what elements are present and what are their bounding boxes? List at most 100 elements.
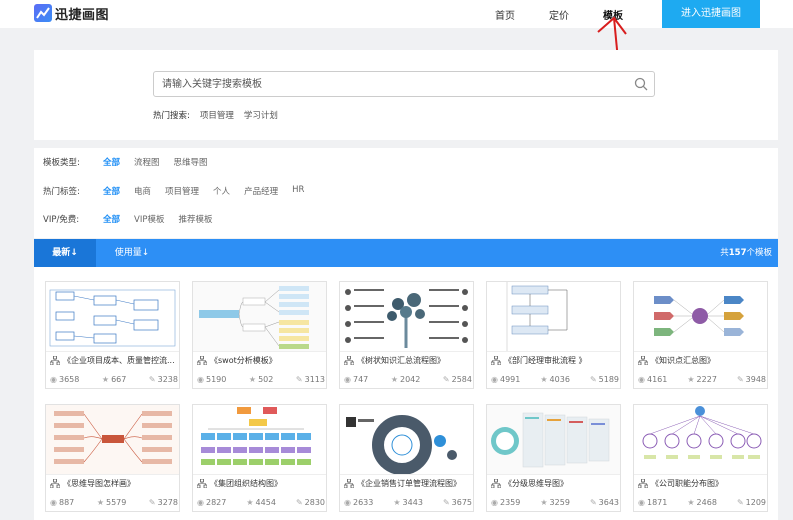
edit-count: 3643 <box>598 498 619 507</box>
edit-icon: ✎ <box>736 498 744 507</box>
star-count: 3443 <box>402 498 423 507</box>
filter-option[interactable]: VIP模板 <box>134 213 164 225</box>
template-thumbnail[interactable] <box>634 405 767 475</box>
search-input[interactable] <box>154 72 624 96</box>
view-count: 3658 <box>58 375 80 384</box>
nav-home[interactable]: 首页 <box>495 7 515 22</box>
hot-search-label: 热门搜索: <box>153 111 190 121</box>
edit-icon: ✎ <box>148 498 156 507</box>
nav-pricing[interactable]: 定价 <box>549 7 569 22</box>
template-card[interactable]: 《swot分析模板》 ◉ 5190 ★ 502 ✎ 3113 <box>192 281 327 389</box>
view-count: 887 <box>58 498 75 507</box>
hot-search-item[interactable]: 学习计划 <box>244 109 278 121</box>
template-thumbnail[interactable] <box>193 405 326 475</box>
edit-count: 3278 <box>157 498 178 507</box>
hot-search-item[interactable]: 项目管理 <box>200 109 234 121</box>
diagram-type-icon <box>638 356 648 365</box>
filter-option[interactable]: 产品经理 <box>244 185 278 197</box>
template-title[interactable]: 《企业销售订单管理流程图》 <box>344 478 470 489</box>
edit-icon: ✎ <box>442 498 450 507</box>
view-count: 4161 <box>646 375 668 384</box>
template-thumbnail[interactable] <box>487 405 620 475</box>
filter-option[interactable]: 流程图 <box>134 156 160 168</box>
template-title-text: 《树状知识汇总流程图》 <box>357 356 445 365</box>
template-thumbnail[interactable] <box>340 282 473 352</box>
sort-bar: 最新↓ 使用量↓ 共157个模板 <box>34 239 778 267</box>
template-title[interactable]: 《部门经理审批流程 》 <box>491 355 617 366</box>
template-title[interactable]: 《集团组织结构图》 <box>197 478 323 489</box>
edit-count: 2830 <box>304 498 325 507</box>
diagram-type-icon <box>638 479 648 488</box>
edit-count: 3238 <box>157 375 178 384</box>
star-icon: ★ <box>687 498 695 507</box>
sort-tab-newest[interactable]: 最新↓ <box>34 239 96 267</box>
template-title-text: 《公司职能分布图》 <box>651 479 723 488</box>
template-thumbnail[interactable] <box>634 282 767 352</box>
diagram-type-icon <box>344 479 354 488</box>
edit-count: 3948 <box>745 375 766 384</box>
template-title-text: 《分级思维导图》 <box>504 479 568 488</box>
diagram-type-icon <box>197 479 207 488</box>
template-stats: ◉ 4161 ★ 2227 ✎ 3948 <box>638 375 766 384</box>
template-card[interactable]: 《公司职能分布图》 ◉ 1871 ★ 2468 ✎ 1209 <box>633 404 768 512</box>
template-title[interactable]: 《企业项目成本、质量管控流... <box>50 355 176 366</box>
filter-option[interactable]: 个人 <box>213 185 230 197</box>
template-stats: ◉ 4991 ★ 4036 ✎ 5189 <box>491 375 619 384</box>
filter-option[interactable]: 全部 <box>103 185 120 197</box>
template-thumbnail[interactable] <box>46 282 179 352</box>
edit-count: 2584 <box>451 375 472 384</box>
template-title[interactable]: 《思维导图怎样画》 <box>50 478 176 489</box>
star-icon: ★ <box>96 498 104 507</box>
template-title[interactable]: 《知识点汇总图》 <box>638 355 764 366</box>
diagram-type-icon <box>50 356 60 365</box>
template-thumbnail[interactable] <box>340 405 473 475</box>
template-card[interactable]: 《企业销售订单管理流程图》 ◉ 2633 ★ 3443 ✎ 3675 <box>339 404 474 512</box>
template-card[interactable]: 《树状知识汇总流程图》 ◉ 747 ★ 2042 ✎ 2584 <box>339 281 474 389</box>
diagram-type-icon <box>491 479 501 488</box>
view-count: 1871 <box>646 498 668 507</box>
edit-icon: ✎ <box>295 498 303 507</box>
filter-option[interactable]: 推荐模板 <box>178 213 212 225</box>
template-card[interactable]: 《集团组织结构图》 ◉ 2827 ★ 4454 ✎ 2830 <box>192 404 327 512</box>
filter-option[interactable]: 电商 <box>134 185 151 197</box>
template-title[interactable]: 《分级思维导图》 <box>491 478 617 489</box>
filter-panel: 模板类型: 全部 流程图 思维导图 热门标签: 全部 电商 项目管理 个人 产品… <box>34 148 778 238</box>
template-stats: ◉ 747 ★ 2042 ✎ 2584 <box>344 375 472 384</box>
star-count: 3259 <box>549 498 570 507</box>
template-title-text: 《集团组织结构图》 <box>210 479 282 488</box>
edit-icon: ✎ <box>295 375 303 384</box>
diagram-type-icon <box>197 356 207 365</box>
filter-option[interactable]: 思维导图 <box>174 156 208 168</box>
view-count: 2827 <box>205 498 227 507</box>
edit-icon: ✎ <box>148 375 156 384</box>
star-icon: ★ <box>390 375 398 384</box>
logo[interactable]: 迅捷画图 <box>34 3 109 23</box>
star-icon: ★ <box>393 498 401 507</box>
filter-option[interactable]: 项目管理 <box>165 185 199 197</box>
edit-icon: ✎ <box>589 498 597 507</box>
template-thumbnail[interactable] <box>193 282 326 352</box>
template-stats: ◉ 887 ★ 5579 ✎ 3278 <box>50 498 178 507</box>
filter-option[interactable]: 全部 <box>103 156 120 168</box>
template-card[interactable]: 《分级思维导图》 ◉ 2359 ★ 3259 ✎ 3643 <box>486 404 621 512</box>
template-stats: ◉ 1871 ★ 2468 ✎ 1209 <box>638 498 766 507</box>
sort-tab-usage[interactable]: 使用量↓ <box>102 239 162 267</box>
template-thumbnail[interactable] <box>46 405 179 475</box>
template-stats: ◉ 5190 ★ 502 ✎ 3113 <box>197 375 325 384</box>
template-title[interactable]: 《公司职能分布图》 <box>638 478 764 489</box>
enter-app-button[interactable]: 进入迅捷画图 <box>662 0 760 28</box>
template-card[interactable]: 《思维导图怎样画》 ◉ 887 ★ 5579 ✎ 3278 <box>45 404 180 512</box>
search-icon[interactable] <box>634 77 648 91</box>
template-card[interactable]: 《知识点汇总图》 ◉ 4161 ★ 2227 ✎ 3948 <box>633 281 768 389</box>
filter-option[interactable]: HR <box>292 185 304 197</box>
edit-icon: ✎ <box>589 375 597 384</box>
template-title[interactable]: 《swot分析模板》 <box>197 355 323 366</box>
template-stats: ◉ 2359 ★ 3259 ✎ 3643 <box>491 498 619 507</box>
filter-option[interactable]: 全部 <box>103 213 120 225</box>
template-title[interactable]: 《树状知识汇总流程图》 <box>344 355 470 366</box>
star-count: 2468 <box>696 498 717 507</box>
template-thumbnail[interactable] <box>487 282 620 352</box>
template-card[interactable]: 《部门经理审批流程 》 ◉ 4991 ★ 4036 ✎ 5189 <box>486 281 621 389</box>
template-card[interactable]: 《企业项目成本、质量管控流... ◉ 3658 ★ 667 ✎ 3238 <box>45 281 180 389</box>
star-icon: ★ <box>540 375 548 384</box>
